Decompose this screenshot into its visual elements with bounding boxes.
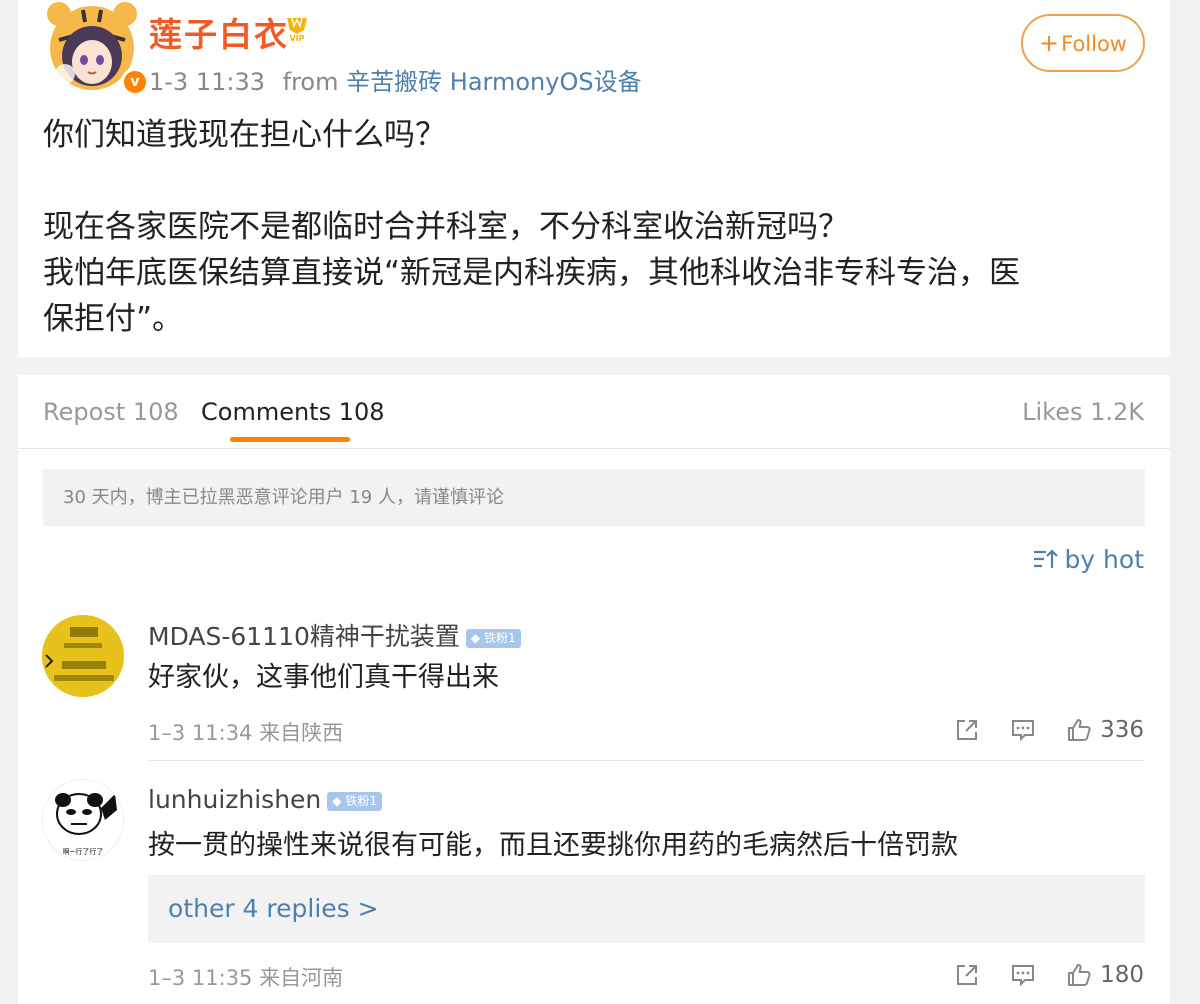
tab-repost[interactable]: Repost 108 [43,398,179,426]
like-count: 180 [1100,962,1144,988]
sort-toggle[interactable]: by hot [1032,545,1144,574]
comment-actions: 336 [924,715,1144,745]
commenter-name-text: MDAS-61110精神干扰装置 [148,622,460,651]
comment-meta: 1–3 11:35 来自河南 [148,966,344,990]
post-line: 你们知道我现在担心什么吗？ [43,117,446,153]
avatar-image [42,615,124,697]
post-line: 保拒付”。 [43,301,184,337]
post-line: 我怕年底医保结算直接说“新冠是内科疾病，其他科收治非专科专治，医 [43,255,1021,291]
comment-text: 好家伙，这事他们真干得出来 [148,662,499,693]
sort-icon [1034,549,1059,568]
like-count: 336 [1100,717,1144,743]
comment-icon[interactable] [1010,717,1036,743]
comment-divider [148,760,1144,761]
comment-actions: 180 [924,960,1144,990]
block-notice: 30 天内，博主已拉黑恶意评论用户 19 人，请谨慎评论 [43,469,1145,526]
active-tab-indicator [230,437,350,442]
author-avatar[interactable]: v [41,0,149,96]
share-icon[interactable] [954,717,980,743]
plus-icon: + [1039,29,1060,57]
comment-text: 按一贯的操性来说很有可能，而且还要挑你用药的毛病然后十倍罚款 [148,830,958,861]
sort-label: by hot [1064,545,1144,574]
commenter-avatar[interactable] [42,615,124,697]
comment-icon[interactable] [1010,962,1036,988]
follow-label: Follow [1061,32,1127,56]
follow-button[interactable]: +Follow [1021,14,1145,72]
from-label: from [282,68,339,96]
fan-badge: ◆ 铁粉1 [327,792,382,811]
fan-badge-label: 铁粉1 [483,631,516,645]
post-device[interactable]: 辛苦搬砖 HarmonyOS设备 [346,68,641,96]
fan-badge-label: 铁粉1 [345,794,377,808]
vip-icon[interactable]: VIP [284,14,310,42]
commenter-name[interactable]: MDAS-61110精神干扰装置 ◆ 铁粉1 [148,617,521,653]
post-card: v 莲子白衣 VIP 1-3 11:33 from 辛苦搬砖 HarmonyOS… [18,0,1170,357]
post-line [43,158,1143,204]
like-icon[interactable] [1066,717,1092,743]
like-icon[interactable] [1066,962,1092,988]
fan-badge: ◆ 铁粉1 [465,629,521,648]
svg-text:VIP: VIP [289,34,304,42]
commenter-name[interactable]: lunhuizhishen ◆ 铁粉1 [148,785,382,814]
avatar-image: 啊~行了行了 [43,780,123,860]
svg-text:啊~行了行了: 啊~行了行了 [63,847,104,856]
tab-likes[interactable]: Likes 1.2K [1022,398,1144,426]
tab-comments[interactable]: Comments 108 [201,398,385,426]
comment-meta: 1–3 11:34 来自陕西 [148,721,344,745]
comments-card: Repost 108 Comments 108 Likes 1.2K 30 天内… [18,375,1170,1004]
post-line: 现在各家医院不是都临时合并科室，不分科室收治新冠吗？ [43,209,849,245]
post-time: 1-3 11:33 [149,68,265,96]
commenter-avatar[interactable]: 啊~行了行了 [42,779,124,861]
post-body: 你们知道我现在担心什么吗？ 现在各家医院不是都临时合并科室，不分科室收治新冠吗？… [43,112,1143,342]
share-icon[interactable] [954,962,980,988]
commenter-name-text: lunhuizhishen [148,785,322,814]
author-name[interactable]: 莲子白衣 [149,8,289,56]
post-meta: 1-3 11:33 from 辛苦搬砖 HarmonyOS设备 [149,62,642,97]
more-replies-link[interactable]: other 4 replies > [148,875,1145,943]
verified-icon: v [121,68,149,96]
tab-bar: Repost 108 Comments 108 Likes 1.2K [18,375,1170,449]
